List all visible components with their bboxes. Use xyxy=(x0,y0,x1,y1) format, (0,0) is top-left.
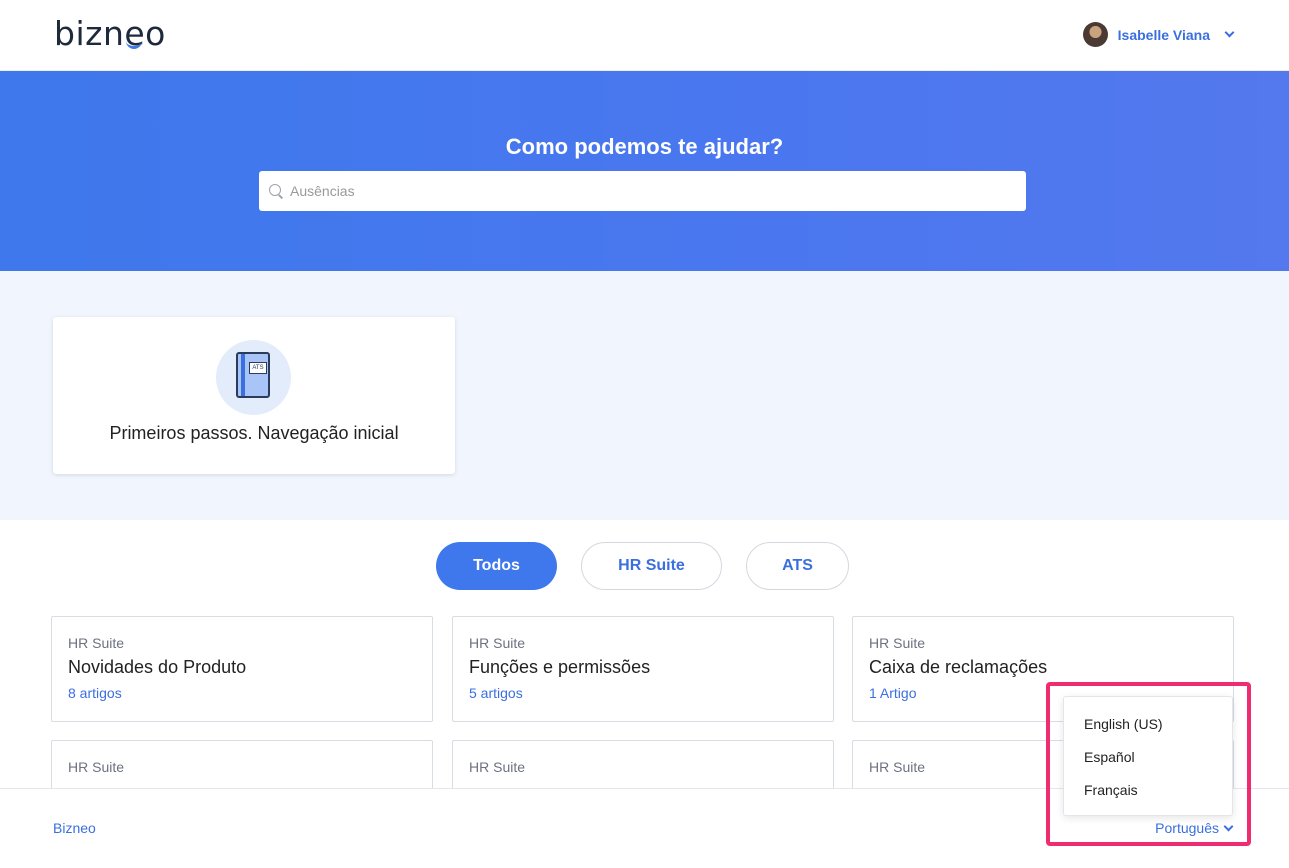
footer-bizneo-link[interactable]: Bizneo xyxy=(53,820,96,836)
category-card-novidades[interactable]: HR Suite Novidades do Produto 8 artigos xyxy=(51,616,433,722)
card-tag: HR Suite xyxy=(869,635,926,651)
card-title: Caixa de reclamações xyxy=(869,657,1048,677)
avatar[interactable] xyxy=(1082,22,1108,47)
card-article-count: 8 artigos xyxy=(68,685,122,701)
user-name[interactable]: Isabelle Viana xyxy=(1118,27,1210,43)
language-select[interactable]: Português xyxy=(1155,820,1234,836)
card-tag: HR Suite xyxy=(469,759,526,775)
top-header: bizne o Isabelle Viana xyxy=(0,0,1289,71)
chevron-down-icon[interactable] xyxy=(1223,821,1234,831)
chevron-down-icon[interactable] xyxy=(1224,27,1235,38)
card-tag: HR Suite xyxy=(68,759,125,775)
card-tag: HR Suite xyxy=(469,635,526,651)
category-tabs: Todos HR Suite ATS xyxy=(0,542,1289,590)
search-input[interactable] xyxy=(290,183,990,199)
logo-e: e xyxy=(124,14,145,53)
tab-ats[interactable]: ATS xyxy=(746,542,849,590)
bizneo-logo[interactable]: bizne o xyxy=(54,14,166,53)
search-box[interactable] xyxy=(259,171,1026,211)
book-label: ATS xyxy=(249,362,267,374)
featured-card-title: Primeiros passos. Navegação inicial xyxy=(109,423,399,443)
user-menu[interactable]: Isabelle Viana xyxy=(1082,22,1235,47)
hero-banner: Como podemos te ajudar? xyxy=(0,71,1289,271)
book-spine xyxy=(241,354,245,396)
page-title: Como podemos te ajudar? xyxy=(505,134,784,159)
tab-hr-suite[interactable]: HR Suite xyxy=(581,542,722,590)
featured-section: ATS Primeiros passos. Navegação inicial xyxy=(0,271,1289,520)
card-article-count: 5 artigos xyxy=(469,685,523,701)
logo-text: bizn xyxy=(54,14,125,53)
card-tag: HR Suite xyxy=(68,635,125,651)
tab-todos[interactable]: Todos xyxy=(436,542,557,590)
language-option-french[interactable]: Français xyxy=(1064,780,1232,813)
language-current[interactable]: Português xyxy=(1155,820,1219,836)
card-title: Funções e permissões xyxy=(469,657,651,677)
logo-text-end: o xyxy=(145,14,166,53)
book-icon: ATS xyxy=(236,352,270,398)
search-icon xyxy=(269,184,283,198)
category-card-funcoes[interactable]: HR Suite Funções e permissões 5 artigos xyxy=(452,616,834,722)
featured-card-getting-started[interactable]: ATS Primeiros passos. Navegação inicial xyxy=(53,317,455,474)
language-dropdown: English (US) Español Français xyxy=(1063,696,1233,816)
language-option-spanish[interactable]: Español xyxy=(1064,747,1232,780)
card-title: Novidades do Produto xyxy=(68,657,247,677)
book-icon-circle: ATS xyxy=(216,340,291,415)
language-option-english[interactable]: English (US) xyxy=(1064,714,1232,747)
